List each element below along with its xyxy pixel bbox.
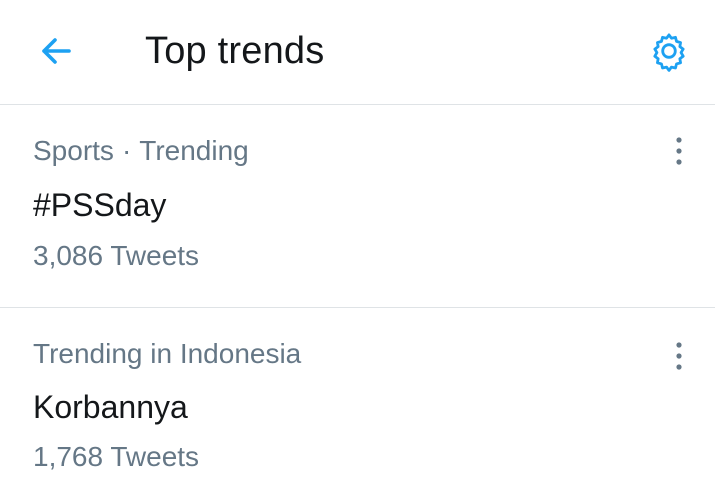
- more-vertical-icon: [676, 342, 682, 370]
- trend-item[interactable]: Sports · Trending #PSSday 3,086 Tweets: [0, 105, 715, 308]
- tweet-count: 1,768 Tweets: [33, 441, 200, 472]
- arrow-left-icon: [42, 38, 71, 64]
- trend-item[interactable]: Trending in Indonesia Korbannya 1,768 Tw…: [0, 308, 715, 498]
- trend-context-label: Trending: [139, 135, 249, 166]
- more-options-button[interactable]: [664, 338, 694, 374]
- trend-context: Trending in Indonesia: [33, 338, 302, 369]
- trend-category: Sports: [33, 135, 114, 166]
- trend-context: Sports · Trending: [33, 133, 249, 169]
- more-vertical-icon: [676, 137, 682, 165]
- tweet-count: 3,086 Tweets: [33, 240, 200, 271]
- top-bar: Top trends: [0, 0, 715, 105]
- trend-name[interactable]: #PSSday: [33, 185, 166, 225]
- trend-name[interactable]: Korbannya: [33, 387, 188, 427]
- gear-icon: [653, 33, 685, 72]
- context-separator: ·: [121, 135, 132, 166]
- more-options-button[interactable]: [664, 133, 694, 169]
- settings-button[interactable]: [645, 27, 693, 75]
- page-title: Top trends: [145, 30, 325, 72]
- back-button[interactable]: [30, 28, 80, 74]
